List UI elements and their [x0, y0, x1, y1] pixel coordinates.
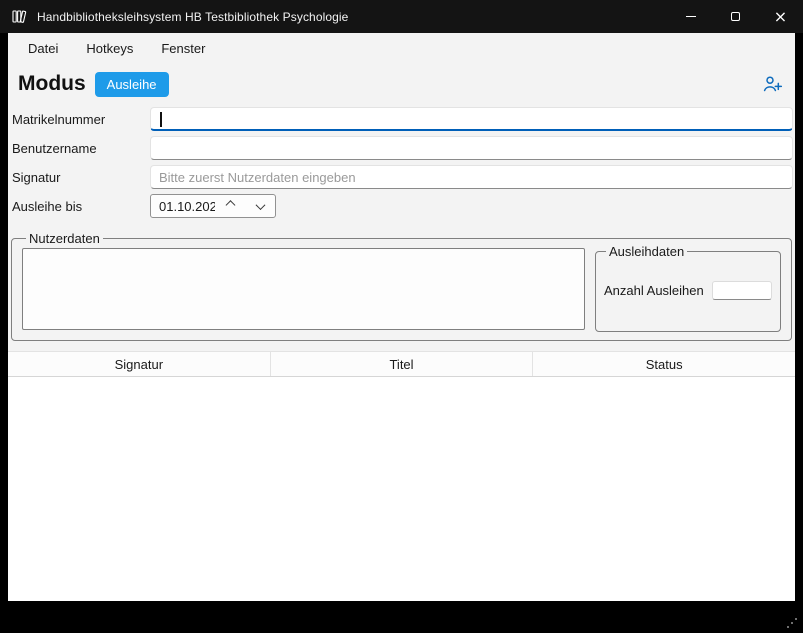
maximize-button[interactable]	[713, 0, 758, 33]
column-header-titel[interactable]: Titel	[271, 352, 534, 376]
signatur-field[interactable]	[150, 165, 793, 189]
ausleihe-bis-datepicker[interactable]	[150, 194, 276, 218]
resize-grip-dots	[795, 618, 797, 620]
matrikelnummer-input[interactable]	[151, 108, 792, 129]
matrikelnummer-field[interactable]	[150, 107, 793, 131]
ausleihdaten-group: Ausleihdaten Anzahl Ausleihen	[595, 244, 781, 332]
ausleihe-bis-row: Ausleihe bis	[12, 194, 793, 218]
signatur-row: Signatur	[12, 165, 793, 189]
close-icon: ×	[774, 9, 787, 25]
nutzerdaten-textarea[interactable]	[22, 248, 585, 330]
matrikelnummer-label: Matrikelnummer	[12, 112, 150, 127]
nutzerdaten-group: Nutzerdaten Ausleihdaten Anzahl Ausleihe…	[11, 231, 792, 341]
anzahl-ausleihen-label: Anzahl Ausleihen	[604, 283, 704, 298]
menu-item-fenster[interactable]: Fenster	[147, 36, 219, 61]
benutzername-label: Benutzername	[12, 141, 150, 156]
app-window: Handbibliotheksleihsystem HB Testbibliot…	[0, 0, 803, 633]
items-table: Signatur Titel Status	[8, 351, 795, 601]
window-controls: ×	[668, 0, 803, 33]
column-header-signatur[interactable]: Signatur	[8, 352, 271, 376]
chevron-up-icon	[225, 200, 235, 210]
titlebar: Handbibliotheksleihsystem HB Testbibliot…	[0, 0, 803, 33]
minimize-button[interactable]	[668, 0, 713, 33]
resize-grip[interactable]	[786, 617, 798, 629]
nutzerdaten-inner: Ausleihdaten Anzahl Ausleihen	[22, 248, 781, 332]
ausleihe-bis-value[interactable]	[151, 199, 215, 214]
text-caret	[160, 112, 162, 127]
add-user-icon[interactable]	[762, 74, 783, 94]
signatur-label: Signatur	[12, 170, 150, 185]
books-icon	[11, 8, 28, 25]
anzahl-row: Anzahl Ausleihen	[604, 281, 772, 300]
table-header: Signatur Titel Status	[8, 351, 795, 377]
benutzername-input[interactable]	[151, 137, 792, 159]
ausleihe-mode-button[interactable]: Ausleihe	[95, 72, 169, 97]
maximize-icon	[731, 12, 740, 21]
menu-item-hotkeys[interactable]: Hotkeys	[72, 36, 147, 61]
close-button[interactable]: ×	[758, 0, 803, 33]
table-body[interactable]	[8, 377, 795, 601]
anzahl-ausleihen-input[interactable]	[712, 281, 772, 300]
modus-row: Modus Ausleihe	[18, 69, 787, 99]
chevron-down-icon	[255, 200, 265, 210]
date-increment-button[interactable]	[215, 195, 245, 217]
ausleihe-bis-label: Ausleihe bis	[12, 199, 150, 214]
matrikelnummer-row: Matrikelnummer	[12, 107, 793, 131]
benutzername-field[interactable]	[150, 136, 793, 160]
signatur-input[interactable]	[151, 166, 792, 188]
nutzerdaten-legend: Nutzerdaten	[26, 231, 103, 246]
benutzername-row: Benutzername	[12, 136, 793, 160]
menu-item-datei[interactable]: Datei	[14, 36, 72, 61]
column-header-status[interactable]: Status	[533, 352, 795, 376]
window-title: Handbibliotheksleihsystem HB Testbibliot…	[37, 10, 348, 24]
lending-form: Matrikelnummer Benutzername Signatur	[8, 107, 795, 223]
modus-heading: Modus	[18, 72, 86, 96]
menubar: Datei Hotkeys Fenster	[8, 33, 795, 63]
main-content: Datei Hotkeys Fenster Modus Ausleihe Mat…	[8, 33, 795, 601]
minimize-icon	[686, 16, 696, 17]
ausleihdaten-legend: Ausleihdaten	[606, 244, 687, 259]
date-decrement-button[interactable]	[245, 195, 275, 217]
